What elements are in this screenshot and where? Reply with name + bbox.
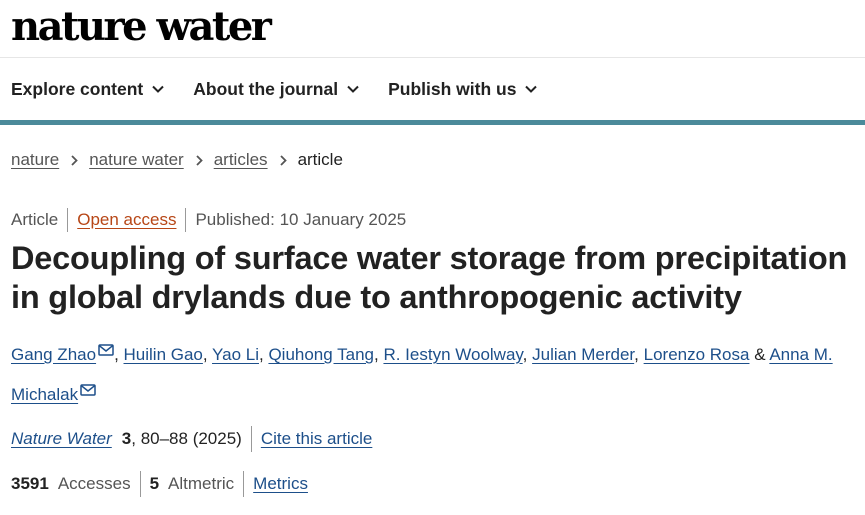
accesses-label: Accesses [57,474,131,493]
breadcrumb-link-nature[interactable]: nature [11,150,59,170]
nav-item-label: Explore content [11,78,144,99]
citation-row: Nature Water 3 , 80–88 (2025) Cite this … [11,425,865,453]
divider [67,208,69,232]
breadcrumb-link-articles[interactable]: articles [214,150,268,170]
breadcrumb-link-nature-water[interactable]: nature water [89,150,184,170]
page-range: , 80–88 (2025) [131,429,242,448]
chevron-right-icon [279,154,287,166]
breadcrumb-current: article [297,150,343,169]
altmetric-label: Altmetric [168,474,235,493]
accesses-count: 3591 [11,474,49,493]
author-link[interactable]: Julian Merder [532,345,634,364]
chevron-down-icon [525,85,538,93]
author-separator: , [522,345,533,364]
article-meta: Article Open access Published: 10 Januar… [0,207,865,233]
altmetric-score: 5 [149,474,160,493]
author-separator: , [202,345,213,364]
breadcrumb: nature nature water articles article [0,125,865,195]
email-icon[interactable] [98,333,114,369]
author-link[interactable]: Huilin Gao [124,345,203,364]
nav-explore-content[interactable]: Explore content [11,79,164,100]
site-logo[interactable]: nature water [11,4,272,50]
open-access-link[interactable]: Open access [77,210,176,230]
nav-publish-with-us[interactable]: Publish with us [388,78,538,100]
author-link[interactable]: Yao Li [212,345,259,364]
author-separator: , [114,345,124,364]
divider [243,471,245,497]
metrics-row: 3591 Accesses 5 Altmetric Metrics [11,470,865,498]
author-separator: , [634,345,644,364]
divider [185,208,187,232]
volume-number: 3 [121,429,132,448]
cite-this-article-link[interactable]: Cite this article [261,429,372,449]
published-date: Published: 10 January 2025 [195,210,407,229]
divider [139,471,141,497]
masthead: nature water [0,0,865,58]
author-separator: & [749,345,770,364]
author-link[interactable]: Gang Zhao [11,345,96,364]
chevron-down-icon [152,85,164,93]
nav-item-label: Publish with us [388,78,517,99]
author-link[interactable]: Lorenzo Rosa [644,345,750,364]
article-type: Article [11,210,59,229]
chevron-right-icon [196,154,203,166]
email-icon[interactable] [80,373,96,409]
main-nav: Explore content About the journal Publis… [0,58,865,120]
nav-about-the-journal[interactable]: About the journal [193,79,359,100]
journal-link[interactable]: Nature Water [11,429,112,449]
chevron-right-icon [71,154,78,166]
author-list: Gang Zhao, Huilin Gao, Yao Li, Qiuhong T… [11,333,851,413]
chevron-down-icon [347,85,359,93]
nav-item-label: About the journal [193,78,339,99]
metrics-link[interactable]: Metrics [253,474,308,494]
divider [250,426,252,452]
author-link[interactable]: R. Iestyn Woolway [383,345,522,364]
author-link[interactable]: Qiuhong Tang [268,345,374,364]
article-title: Decoupling of surface water storage from… [11,240,848,315]
